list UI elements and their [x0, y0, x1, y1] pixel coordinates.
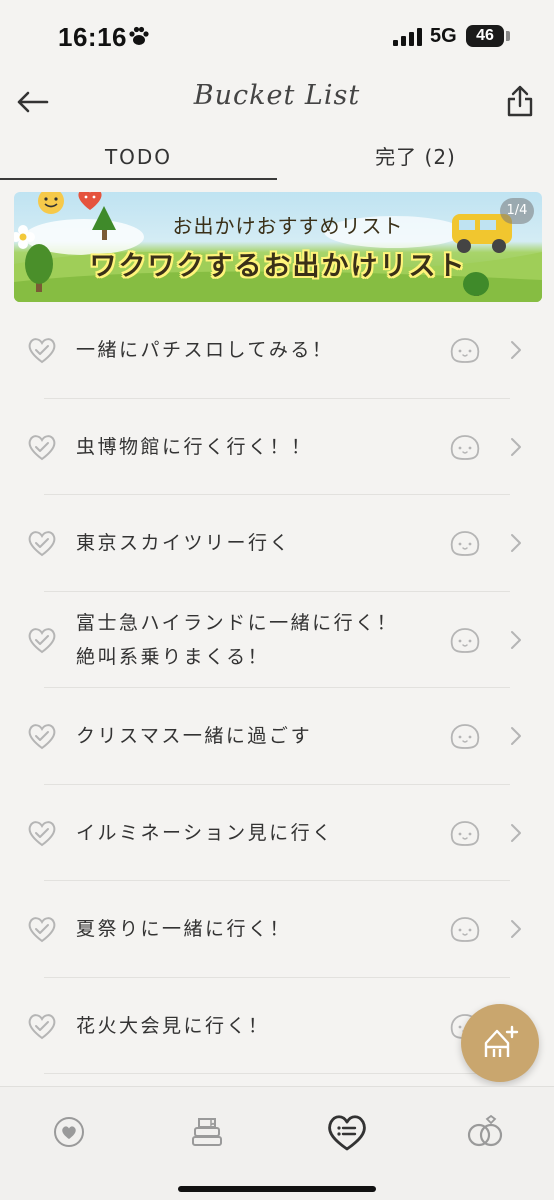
heart-sticker-icon — [78, 192, 102, 210]
list-item[interactable]: 一緒にパチスロしてみる！ — [0, 302, 554, 399]
battery-tip — [506, 31, 510, 41]
list-item-text: 富士急ハイランドに一緒に行く！ 絶叫系乗りまくる！ — [76, 606, 398, 674]
chevron-right-icon — [511, 341, 521, 360]
bottom-nav — [0, 1086, 554, 1200]
face-icon — [450, 531, 480, 557]
face-icon — [450, 338, 480, 364]
chevron-right-icon — [511, 920, 521, 939]
face-icon — [450, 820, 480, 846]
list-item-line: 絶叫系乗りまくる！ — [76, 645, 270, 668]
list-item-text: 虫博物館に行く行く！！ — [76, 430, 313, 464]
banner-title: ワクワクするお出かけリスト — [89, 251, 467, 282]
face-icon — [450, 434, 480, 460]
list-item-text: イルミネーション見に行く — [76, 816, 334, 850]
status-bar: 16:16 5G 46 — [0, 0, 554, 72]
paw-icon — [129, 26, 149, 45]
list-item-line: 虫博物館に行く行く！！ — [76, 435, 313, 458]
tab-indicator — [0, 178, 277, 180]
face-icon — [450, 724, 480, 750]
list-item[interactable]: 夏祭りに一緒に行く！ — [0, 881, 554, 978]
nav-item-home[interactable] — [44, 1107, 94, 1157]
list-item-text: 花火大会見に行く！ — [76, 1009, 270, 1043]
face-icon — [450, 917, 480, 943]
tab-done[interactable]: 完了 (2) — [277, 138, 554, 178]
add-item-button[interactable] — [461, 1004, 539, 1082]
share-icon — [507, 85, 533, 117]
books-icon — [192, 1118, 222, 1146]
heart-circle-icon — [54, 1117, 84, 1147]
list-item[interactable]: イルミネーション見に行く — [0, 785, 554, 881]
nav-item-bucket-list[interactable] — [322, 1107, 372, 1157]
page-title: Bucket List — [193, 80, 361, 111]
heart-outline-icon[interactable] — [26, 432, 58, 462]
list-item-line: イルミネーション見に行く — [76, 821, 334, 844]
network-type: 5G — [430, 25, 457, 47]
list-item-text: 一緒にパチスロしてみる！ — [76, 333, 333, 367]
nav-item-anniversary[interactable] — [460, 1107, 510, 1157]
list-item-text: クリスマス一緒に過ごす — [76, 719, 312, 753]
tab-todo[interactable]: TODO — [0, 138, 277, 178]
rings-icon — [467, 1115, 503, 1147]
header: Bucket List — [0, 72, 554, 132]
status-time: 16:16 — [58, 22, 127, 52]
list-item[interactable]: 富士急ハイランドに一緒に行く！ 絶叫系乗りまくる！ — [0, 592, 554, 688]
list-item-line: クリスマス一緒に過ごす — [76, 725, 313, 748]
list-item[interactable]: 東京スカイツリー行く — [0, 495, 554, 592]
list-item[interactable]: 虫博物館に行く行く！！ — [0, 399, 554, 495]
face-icon — [450, 627, 480, 653]
heart-list-icon — [328, 1115, 366, 1151]
share-button[interactable] — [498, 78, 542, 124]
banner-page-indicator: 1/4 — [500, 198, 534, 224]
list-item[interactable]: クリスマス一緒に過ごす — [0, 688, 554, 785]
heart-outline-icon[interactable] — [26, 1011, 58, 1041]
heart-outline-icon[interactable] — [26, 818, 58, 848]
list-item-line: 夏祭りに一緒に行く！ — [76, 918, 292, 941]
list-item-line: 東京スカイツリー行く — [76, 532, 292, 555]
add-item-icon — [484, 1025, 519, 1057]
battery-indicator: 46 — [466, 25, 504, 47]
list-item-text: 夏祭りに一緒に行く！ — [76, 912, 291, 946]
chevron-right-icon — [511, 534, 521, 553]
row-divider — [44, 1073, 510, 1074]
tab-bar: TODO 完了 (2) — [0, 138, 554, 182]
promo-banner[interactable]: お出かけおすすめリスト ワクワクするお出かけリスト 1/4 — [14, 192, 542, 302]
heart-outline-icon[interactable] — [26, 721, 58, 751]
chevron-right-icon — [511, 630, 521, 649]
heart-outline-icon[interactable] — [26, 914, 58, 944]
list-item-line: 富士急ハイランドに一緒に行く！ — [76, 611, 399, 634]
signal-icon — [393, 28, 422, 46]
chevron-right-icon — [511, 823, 521, 842]
nav-item-books[interactable] — [182, 1107, 232, 1157]
list-item-text: 東京スカイツリー行く — [76, 526, 291, 560]
chevron-right-icon — [511, 727, 521, 746]
list-item-line: 一緒にパチスロしてみる！ — [76, 339, 334, 362]
home-indicator — [178, 1186, 376, 1192]
list-item-line: 花火大会見に行く！ — [76, 1014, 270, 1037]
heart-outline-icon[interactable] — [26, 335, 58, 365]
heart-outline-icon[interactable] — [26, 528, 58, 558]
heart-outline-icon[interactable] — [26, 625, 58, 655]
chevron-right-icon — [511, 437, 521, 456]
banner-subtitle: お出かけおすすめリスト — [172, 214, 404, 238]
